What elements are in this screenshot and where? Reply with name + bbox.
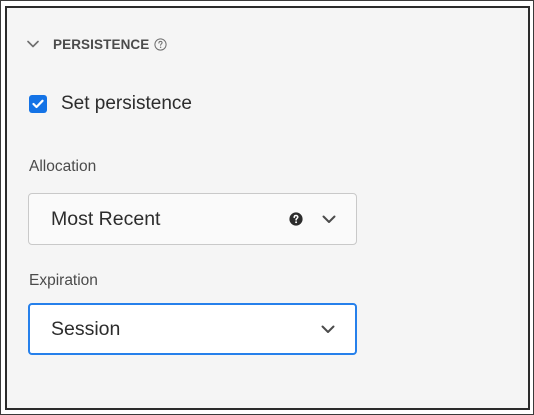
allocation-value: Most Recent — [51, 207, 161, 230]
set-persistence-checkbox-row[interactable]: Set persistence — [29, 91, 192, 117]
allocation-label: Allocation — [29, 158, 97, 175]
chevron-down-icon[interactable] — [25, 36, 41, 52]
allocation-dropdown[interactable]: Most Recent — [28, 193, 357, 245]
window-frame: PERSISTENCE Set persistence Allocation M… — [0, 0, 534, 415]
chevron-down-icon[interactable] — [319, 320, 337, 338]
expiration-label: Expiration — [29, 272, 98, 289]
help-icon[interactable] — [288, 211, 304, 227]
checkmark-icon — [32, 99, 44, 109]
set-persistence-label: Set persistence — [61, 93, 192, 114]
set-persistence-checkbox[interactable] — [29, 95, 47, 113]
persistence-section-header[interactable]: PERSISTENCE — [25, 33, 168, 55]
expiration-dropdown[interactable]: Session — [28, 303, 357, 355]
persistence-panel: PERSISTENCE Set persistence Allocation M… — [5, 6, 530, 410]
expiration-value: Session — [51, 317, 121, 340]
info-icon[interactable] — [153, 37, 168, 52]
chevron-down-icon[interactable] — [320, 210, 338, 228]
section-title: PERSISTENCE — [53, 36, 150, 52]
